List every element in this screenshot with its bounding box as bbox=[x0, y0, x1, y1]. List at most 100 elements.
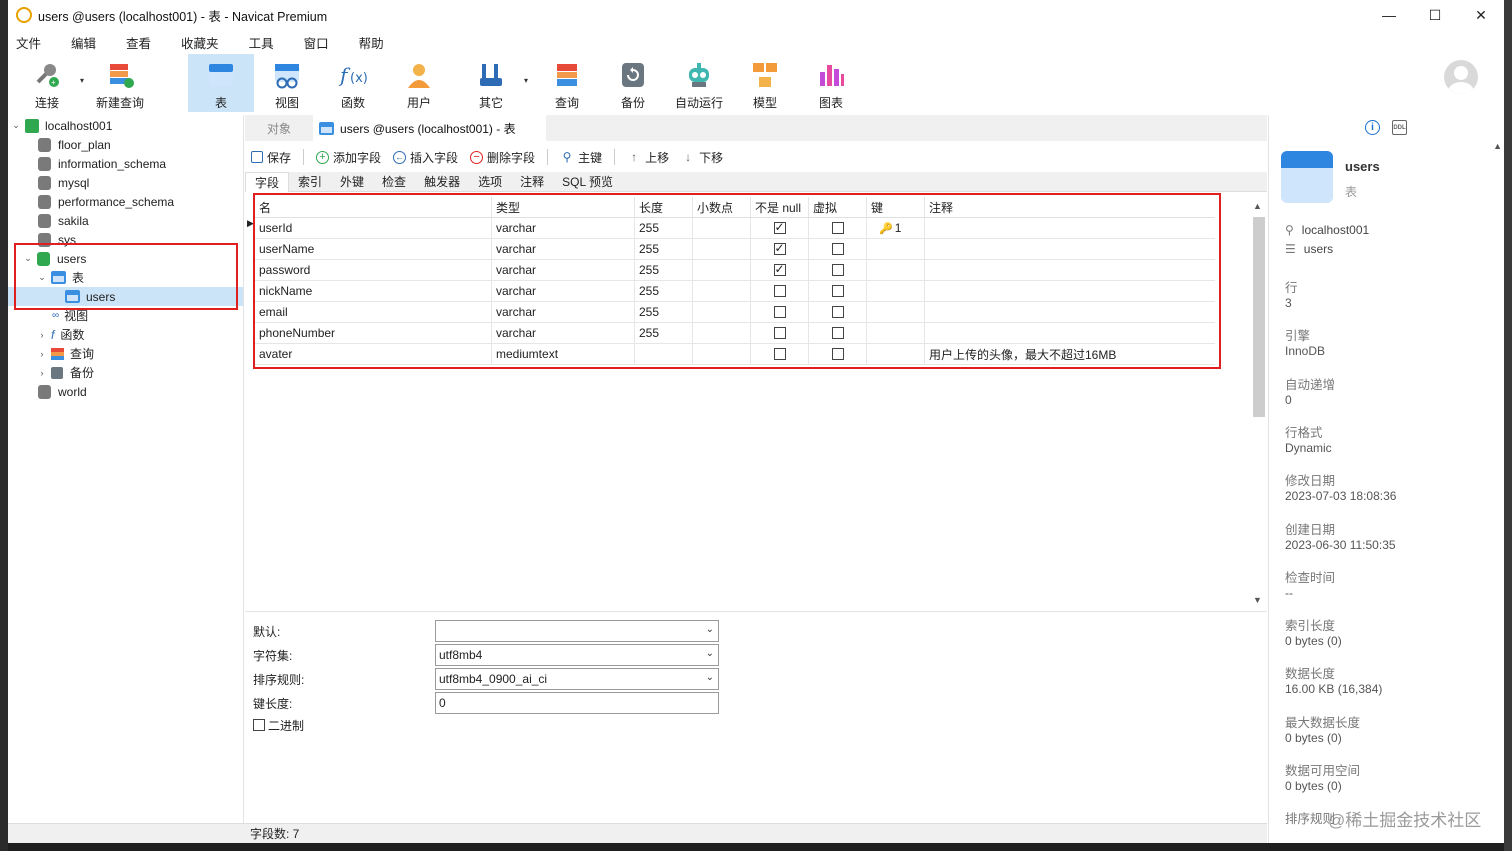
info-icon[interactable]: i bbox=[1365, 120, 1380, 135]
col-header-name[interactable]: 名 bbox=[255, 197, 492, 217]
binary-checkbox-row[interactable]: 二进制 bbox=[253, 716, 304, 734]
primary-key-button[interactable]: ⚲ 主键 bbox=[560, 149, 602, 166]
chevron-right-icon[interactable]: › bbox=[36, 349, 48, 359]
user-avatar[interactable] bbox=[1444, 60, 1478, 94]
notnull-checkbox[interactable] bbox=[773, 285, 786, 297]
col-header-notnull[interactable]: 不是 null bbox=[751, 197, 809, 217]
chevron-right-icon[interactable]: › bbox=[36, 330, 48, 340]
field-name-cell[interactable]: userName bbox=[255, 239, 492, 259]
chevron-down-icon[interactable]: ⌄ bbox=[22, 253, 34, 264]
field-name-cell[interactable]: avater bbox=[255, 344, 492, 364]
tab-triggers[interactable]: 触发器 bbox=[415, 172, 469, 192]
notnull-checkbox[interactable] bbox=[773, 327, 786, 339]
field-notnull-cell[interactable] bbox=[751, 281, 809, 301]
field-notnull-cell[interactable] bbox=[751, 218, 809, 238]
field-notnull-cell[interactable] bbox=[751, 323, 809, 343]
field-type-cell[interactable]: mediumtext bbox=[492, 344, 635, 364]
field-length-cell[interactable]: 255 bbox=[635, 239, 693, 259]
field-notnull-cell[interactable] bbox=[751, 302, 809, 322]
delete-field-button[interactable]: − 删除字段 bbox=[470, 149, 535, 166]
toolbar-view-button[interactable]: 视图 bbox=[254, 54, 320, 112]
field-length-cell[interactable]: 255 bbox=[635, 218, 693, 238]
scroll-up-icon[interactable]: ▲ bbox=[1253, 201, 1262, 211]
menu-window[interactable]: 窗口 bbox=[300, 33, 341, 52]
field-notnull-cell[interactable] bbox=[751, 260, 809, 280]
col-header-type[interactable]: 类型 bbox=[492, 197, 635, 217]
key-length-input[interactable]: 0 bbox=[435, 692, 719, 714]
table-row[interactable]: email varchar 255 bbox=[255, 302, 1215, 323]
field-type-cell[interactable]: varchar bbox=[492, 302, 635, 322]
tab-indexes[interactable]: 索引 bbox=[289, 172, 331, 192]
table-row[interactable]: nickName varchar 255 bbox=[255, 281, 1215, 302]
tree-views-node[interactable]: ∞ 视图 bbox=[52, 306, 88, 325]
tree-db-users[interactable]: ⌄ users bbox=[22, 249, 86, 268]
notnull-checkbox[interactable] bbox=[773, 241, 786, 255]
field-decimal-cell[interactable] bbox=[693, 239, 751, 259]
col-header-decimal[interactable]: 小数点 bbox=[693, 197, 751, 217]
toolbar-query-button[interactable]: 查询 bbox=[534, 54, 600, 112]
field-key-cell[interactable] bbox=[867, 344, 925, 364]
virtual-checkbox[interactable] bbox=[831, 306, 844, 318]
field-type-cell[interactable]: varchar bbox=[492, 323, 635, 343]
close-button[interactable]: ✕ bbox=[1458, 0, 1504, 30]
toolbar-user-button[interactable]: 用户 bbox=[386, 54, 452, 112]
table-row[interactable]: password varchar 255 bbox=[255, 260, 1215, 281]
virtual-checkbox[interactable] bbox=[831, 327, 844, 339]
field-virtual-cell[interactable] bbox=[809, 260, 867, 280]
field-notnull-cell[interactable] bbox=[751, 239, 809, 259]
tab-options[interactable]: 选项 bbox=[469, 172, 511, 192]
field-name-cell[interactable]: email bbox=[255, 302, 492, 322]
field-name-cell[interactable]: password bbox=[255, 260, 492, 280]
field-virtual-cell[interactable] bbox=[809, 218, 867, 238]
toolbar-table-button[interactable]: 表 bbox=[188, 54, 254, 112]
field-length-cell[interactable]: 255 bbox=[635, 281, 693, 301]
grid-scrollbar[interactable]: ▲ ▼ bbox=[1251, 201, 1265, 605]
tab-users-table[interactable]: users @users (localhost001) - 表 bbox=[313, 115, 546, 141]
tree-db-world[interactable]: world bbox=[38, 382, 87, 401]
field-decimal-cell[interactable] bbox=[693, 302, 751, 322]
toolbar-autorun-button[interactable]: 自动运行 bbox=[666, 54, 732, 112]
menu-view[interactable]: 查看 bbox=[122, 33, 163, 52]
tree-db-sys[interactable]: sys bbox=[38, 230, 76, 249]
collation-select[interactable]: utf8mb4_0900_ai_ci ⌄ bbox=[435, 668, 719, 690]
field-comment-cell[interactable] bbox=[925, 323, 1213, 343]
toolbar-new-query-button[interactable]: 新建查询 bbox=[80, 54, 160, 112]
field-comment-cell[interactable] bbox=[925, 218, 1213, 238]
ddl-icon[interactable]: DDL bbox=[1392, 120, 1407, 135]
tree-queries-node[interactable]: › 查询 bbox=[36, 344, 95, 363]
toolbar-function-button[interactable]: f (x) 函数 bbox=[320, 54, 386, 112]
field-comment-cell[interactable] bbox=[925, 302, 1213, 322]
virtual-checkbox[interactable] bbox=[831, 222, 844, 234]
chevron-right-icon[interactable]: › bbox=[36, 368, 48, 378]
table-row[interactable]: phoneNumber varchar 255 bbox=[255, 323, 1215, 344]
tab-foreign-keys[interactable]: 外键 bbox=[331, 172, 373, 192]
notnull-checkbox[interactable] bbox=[773, 220, 786, 234]
field-key-cell[interactable] bbox=[867, 302, 925, 322]
virtual-checkbox[interactable] bbox=[831, 285, 844, 297]
minimize-button[interactable]: — bbox=[1366, 0, 1412, 30]
move-down-button[interactable]: ↓ 下移 bbox=[681, 149, 723, 166]
charset-select[interactable]: utf8mb4 ⌄ bbox=[435, 644, 719, 666]
col-header-key[interactable]: 键 bbox=[867, 197, 925, 217]
default-select[interactable]: ⌄ bbox=[435, 620, 719, 642]
tab-fields[interactable]: 字段 bbox=[245, 172, 290, 192]
virtual-checkbox[interactable] bbox=[831, 348, 844, 360]
field-virtual-cell[interactable] bbox=[809, 281, 867, 301]
field-decimal-cell[interactable] bbox=[693, 344, 751, 364]
tree-db-sakila[interactable]: sakila bbox=[38, 211, 89, 230]
tree-db-information-schema[interactable]: information_schema bbox=[38, 154, 166, 173]
tree-functions-node[interactable]: › f 函数 bbox=[36, 325, 85, 344]
tree-connection-localhost001[interactable]: ⌄ localhost001 bbox=[10, 116, 112, 135]
tab-checks[interactable]: 检查 bbox=[373, 172, 415, 192]
notnull-checkbox[interactable] bbox=[773, 306, 786, 318]
field-type-cell[interactable]: varchar bbox=[492, 218, 635, 238]
tree-db-mysql[interactable]: mysql bbox=[38, 173, 89, 192]
tree-db-floor-plan[interactable]: floor_plan bbox=[38, 135, 111, 154]
field-length-cell[interactable]: 255 bbox=[635, 323, 693, 343]
field-notnull-cell[interactable] bbox=[751, 344, 809, 364]
toolbar-chart-button[interactable]: 图表 bbox=[798, 54, 864, 112]
field-key-cell[interactable] bbox=[867, 281, 925, 301]
tree-table-users[interactable]: users bbox=[8, 287, 243, 306]
field-length-cell[interactable]: 255 bbox=[635, 260, 693, 280]
table-row[interactable]: userName varchar 255 bbox=[255, 239, 1215, 260]
